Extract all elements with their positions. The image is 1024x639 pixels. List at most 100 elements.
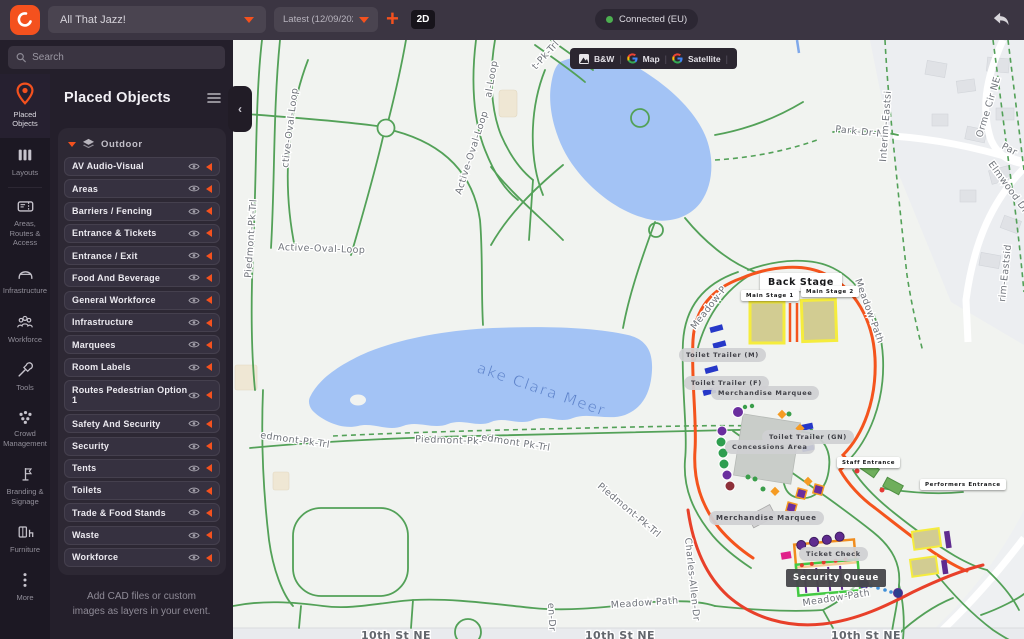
layer-row[interactable]: Waste [64, 526, 220, 545]
layer-group-header[interactable]: Outdoor [64, 135, 220, 157]
expand-caret-icon[interactable] [206, 252, 212, 260]
visibility-eye-icon[interactable] [188, 553, 200, 562]
expand-caret-icon[interactable] [206, 229, 212, 237]
expand-caret-icon[interactable] [206, 163, 212, 171]
expand-caret-icon[interactable] [206, 509, 212, 517]
event-selector-dropdown[interactable]: All That Jazz! [48, 6, 266, 33]
layer-row[interactable]: Entrance & Tickets [64, 224, 220, 243]
expand-caret-icon[interactable] [206, 207, 212, 215]
sidebar-item-branding-signage[interactable]: Branding & Signage [0, 457, 50, 515]
layer-row[interactable]: Entrance / Exit [64, 246, 220, 265]
label-staff-entrance[interactable]: Staff Entrance [837, 457, 900, 468]
expand-caret-icon[interactable] [206, 420, 212, 428]
expand-caret-icon[interactable] [206, 487, 212, 495]
sidebar-item-placed-objects[interactable]: Placed Objects [0, 74, 50, 138]
label-performers-entrance[interactable]: Performers Entrance [920, 479, 1006, 490]
visibility-eye-icon[interactable] [188, 340, 200, 349]
connection-status-badge[interactable]: Connected (EU) [595, 9, 698, 30]
chevron-down-icon [359, 17, 369, 23]
panel-collapse-button[interactable]: ‹ [228, 86, 252, 132]
layer-row[interactable]: Security [64, 437, 220, 456]
version-selector-dropdown[interactable]: Latest (12/09/2022) [274, 7, 378, 32]
layer-row[interactable]: Food And Beverage [64, 268, 220, 287]
label-toilet-trailer-m[interactable]: Toilet Trailer (M) [679, 348, 766, 362]
layer-row[interactable]: Trade & Food Stands [64, 503, 220, 522]
layer-row[interactable]: Areas [64, 179, 220, 198]
layer-row[interactable]: Routes Pedestrian Option 1 [64, 380, 220, 411]
rail-divider [8, 187, 42, 188]
people-icon [15, 313, 35, 331]
sidebar-item-crowd-management[interactable]: Crowd Management [0, 401, 50, 457]
map-style-satellite[interactable]: Satellite [688, 54, 721, 64]
label-merchandise-marquee-bottom[interactable]: Merchandise Marquee [709, 511, 824, 525]
tools-icon [16, 361, 34, 379]
version-selector-value: Latest (12/09/2022) [283, 14, 353, 25]
label-merchandise-marquee-top[interactable]: Merchandise Marquee [711, 386, 819, 400]
label-ticket-check[interactable]: Ticket Check [799, 547, 868, 561]
crowd-icon [16, 409, 35, 425]
visibility-eye-icon[interactable] [188, 184, 200, 193]
map-style-map[interactable]: Map [643, 54, 660, 64]
visibility-eye-icon[interactable] [188, 318, 200, 327]
label-main-stage-1[interactable]: Main Stage 1 [741, 290, 799, 301]
visibility-eye-icon[interactable] [188, 251, 200, 260]
layer-row[interactable]: Workforce [64, 548, 220, 567]
visibility-eye-icon[interactable] [188, 486, 200, 495]
visibility-eye-icon[interactable] [188, 229, 200, 238]
layer-row[interactable]: General Workforce [64, 291, 220, 310]
visibility-eye-icon[interactable] [188, 296, 200, 305]
sidebar-item-workforce[interactable]: Workforce [0, 305, 50, 353]
expand-caret-icon[interactable] [206, 319, 212, 327]
visibility-eye-icon[interactable] [188, 464, 200, 473]
visibility-eye-icon[interactable] [188, 442, 200, 451]
expand-caret-icon[interactable] [206, 363, 212, 371]
visibility-eye-icon[interactable] [188, 273, 200, 282]
sidebar-item-tools[interactable]: Tools [0, 353, 50, 401]
label-concessions-area[interactable]: Concessions Area [725, 440, 815, 454]
google-icon [627, 53, 638, 64]
expand-caret-icon[interactable] [206, 391, 212, 399]
map-style-bw[interactable]: B&W [594, 54, 614, 64]
expand-caret-icon[interactable] [206, 341, 212, 349]
search-input[interactable] [32, 52, 217, 63]
layer-row[interactable]: Toilets [64, 481, 220, 500]
list-view-icon[interactable] [207, 92, 221, 104]
label-main-stage-2[interactable]: Main Stage 2 [801, 286, 859, 297]
search-box[interactable] [8, 46, 225, 69]
visibility-eye-icon[interactable] [188, 419, 200, 428]
visibility-eye-icon[interactable] [188, 363, 200, 372]
layer-row[interactable]: Barriers / Fencing [64, 202, 220, 221]
visibility-eye-icon[interactable] [188, 391, 200, 400]
layer-row[interactable]: Safety And Security [64, 414, 220, 433]
expand-caret-icon[interactable] [206, 274, 212, 282]
expand-caret-icon[interactable] [206, 185, 212, 193]
sidebar-item-more[interactable]: More [0, 563, 50, 611]
sidebar-item-areas-routes-access[interactable]: Areas, Routes & Access [0, 189, 50, 256]
sidebar-item-infrastructure[interactable]: Infrastructure [0, 256, 50, 304]
undo-icon[interactable] [992, 11, 1010, 32]
sidebar-item-layouts[interactable]: Layouts [0, 138, 50, 186]
view-mode-2d-button[interactable]: 2D [411, 10, 435, 29]
sidebar-item-furniture[interactable]: Furniture [0, 515, 50, 563]
expand-caret-icon[interactable] [206, 531, 212, 539]
expand-caret-icon[interactable] [206, 296, 212, 304]
visibility-eye-icon[interactable] [188, 531, 200, 540]
layer-row[interactable]: Infrastructure [64, 313, 220, 332]
layer-group-label: Outdoor [101, 139, 143, 150]
layer-row[interactable]: Room Labels [64, 358, 220, 377]
app-logo-icon[interactable] [10, 5, 40, 35]
layer-row[interactable]: Marquees [64, 335, 220, 354]
visibility-eye-icon[interactable] [188, 162, 200, 171]
visibility-eye-icon[interactable] [188, 207, 200, 216]
collapse-caret-icon [68, 142, 76, 147]
map-canvas[interactable]: ctive-Oval-Loop Active-Oval-Loop Active-… [233, 40, 1024, 639]
stage-truss-icon [16, 264, 35, 282]
add-button[interactable]: + [386, 5, 399, 33]
visibility-eye-icon[interactable] [188, 508, 200, 517]
expand-caret-icon[interactable] [206, 464, 212, 472]
layer-row[interactable]: Tents [64, 459, 220, 478]
label-security-queue[interactable]: Security Queue [786, 569, 886, 587]
expand-caret-icon[interactable] [206, 442, 212, 450]
expand-caret-icon[interactable] [206, 554, 212, 562]
layer-row[interactable]: AV Audio-Visual [64, 157, 220, 176]
